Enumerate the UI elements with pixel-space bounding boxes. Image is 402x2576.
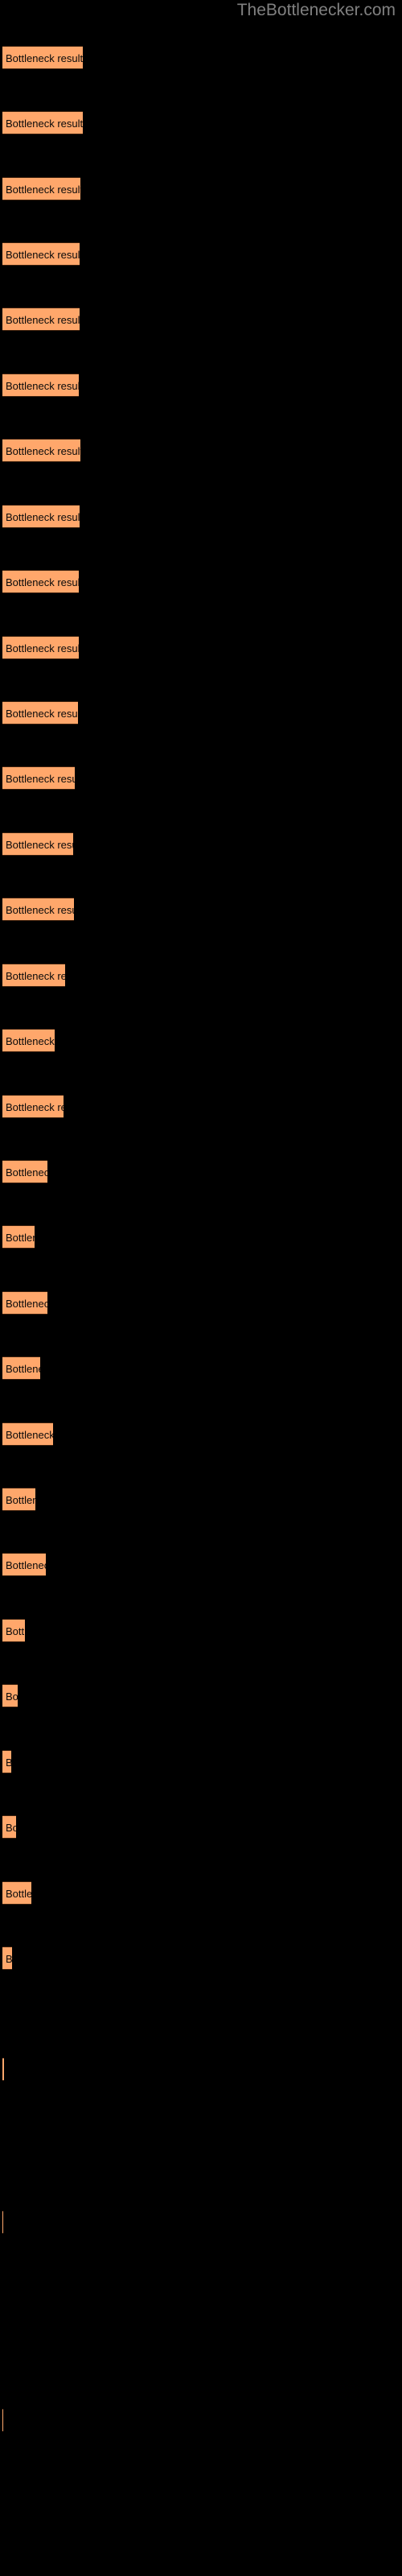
bar[interactable]: Bottleneck result [2,308,80,331]
bar-label: Bottleneck result [6,1559,46,1571]
bar[interactable]: Bottleneck result [2,1291,47,1315]
bar-label: Bottleneck result [6,1101,64,1113]
bar-label: Bottleneck result [6,1363,40,1375]
bar-label: Bottleneck result [6,118,83,130]
bar-label: Bottleneck result [6,839,73,851]
bar-label: Bottleneck result [6,184,80,196]
bar-label: Bottleneck result [6,576,79,588]
bar-label: Bottleneck result [6,642,79,654]
bar[interactable]: Bottleneck result [2,1488,35,1511]
bar[interactable]: Bottleneck result [2,46,83,69]
bar-label: Bottleneck result [6,249,80,261]
bar[interactable]: Bottleneck result [2,505,80,528]
bar[interactable]: Bottleneck result [2,2409,3,2432]
bar[interactable]: Bottleneck result [2,1356,40,1380]
bar-label: Bottleneck result [6,1751,11,1773]
bar-label: Bottleneck result [6,380,79,392]
bar[interactable]: Bottleneck result [2,374,79,397]
bar[interactable]: Bottleneck result [2,701,78,724]
bar[interactable]: Bottleneck result [2,1684,18,1707]
bar[interactable]: Bottleneck result [2,1422,53,1446]
bar[interactable]: Bottleneck result [2,2211,3,2234]
bar[interactable]: Bottleneck result [2,1160,47,1183]
bar[interactable]: Bottleneck result [2,636,79,659]
bar[interactable]: Bottleneck result [2,1225,35,1249]
bar-label: Bottleneck result [6,1822,16,1834]
bar-label: Bottleneck result [6,708,78,720]
bar[interactable]: Bottleneck result [2,570,79,593]
bar[interactable]: Bottleneck result [2,1946,12,1970]
bar[interactable]: Bottleneck result [2,832,73,856]
bar-label: Bottleneck result [6,511,80,523]
bar-label: Bottleneck result [6,1888,31,1900]
bar-label: Bottleneck result [6,1625,25,1637]
bar-label: Bottleneck result [6,1035,55,1047]
bar[interactable]: Bottleneck result [2,439,80,462]
bar[interactable]: Bottleneck result [2,1750,11,1773]
bar[interactable]: Bottleneck result [2,242,80,266]
bar[interactable]: Bottleneck result [2,1029,55,1052]
bar-label: Bottleneck result [6,1298,47,1310]
bar-label: Bottleneck result [6,904,74,916]
page-root: TheBottlenecker.com Bottleneck result Bot… [0,0,402,2576]
bottleneck-bar-chart: Bottleneck result Bottleneck result Bottle… [0,0,402,2576]
bar-label: Bottleneck result [6,314,80,326]
bar-label: Bottleneck result [6,970,65,982]
bar-label: Bottleneck result [6,1429,53,1441]
bar-label: Bottleneck result [6,1953,12,1965]
bar-label: Bottleneck result [6,773,75,785]
bar-label: Bottleneck result [6,1232,35,1244]
bar[interactable]: Bottleneck result [2,1815,16,1839]
bar[interactable]: Bottleneck result [2,1881,31,1905]
bar-label: Bottleneck result [6,445,80,457]
bar-label: Bottleneck result [6,1690,18,1703]
bar[interactable]: Bottleneck result [2,1619,25,1642]
bar[interactable]: Bottleneck result [2,1095,64,1118]
bar-label: Bottleneck result [6,1166,47,1179]
bar-label: Bottleneck result [6,1494,35,1506]
bar[interactable]: Bottleneck result [2,177,80,200]
bar-label: Bottleneck result [6,52,83,64]
bar[interactable]: Bottleneck result [2,1553,46,1576]
bar[interactable]: Bottleneck result [2,898,74,921]
bar[interactable]: Bottleneck result [2,766,75,790]
bar[interactable]: Bottleneck result [2,111,83,134]
bar[interactable]: Bottleneck result [2,2058,4,2081]
bar[interactable]: Bottleneck result [2,964,65,987]
